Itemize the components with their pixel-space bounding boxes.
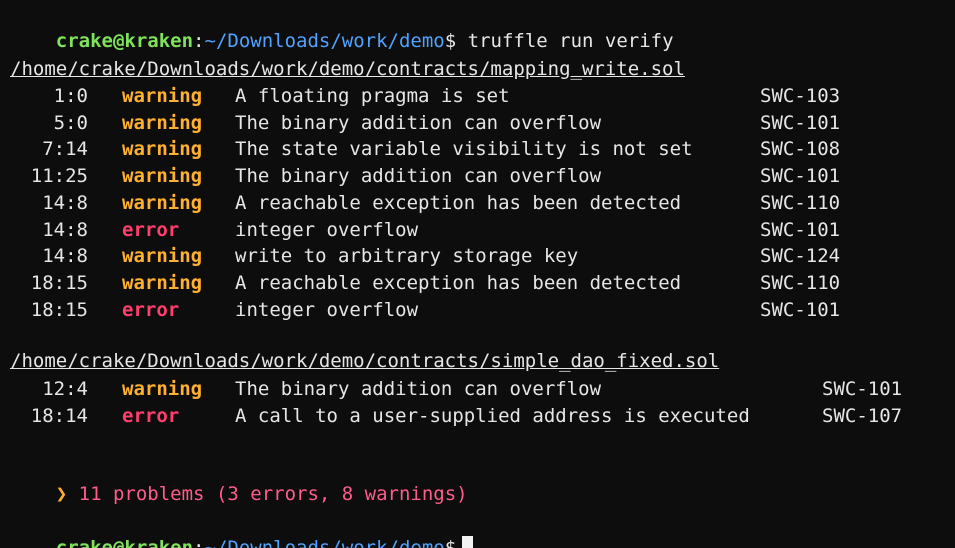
- prompt-colon: :: [193, 30, 205, 52]
- line-column-position: 18:15: [30, 298, 88, 321]
- swc-id: SWC-101: [760, 111, 841, 134]
- swc-id: SWC-101: [822, 378, 903, 400]
- file-path-header: /home/crake/Downloads/work/demo/contract…: [10, 350, 720, 372]
- severity-label: warning: [122, 191, 203, 214]
- swc-id: SWC-108: [760, 138, 841, 161]
- prompt-colon: :: [193, 537, 205, 548]
- severity-label: warning: [122, 85, 203, 107]
- line-column-position: 14:8: [42, 218, 88, 241]
- line-column-position: 5:0: [53, 111, 88, 134]
- result-row: 18:15 warning A reachable exception has be…: [10, 270, 950, 296]
- result-row: 11:25 warning The binary addition can over…: [10, 163, 950, 189]
- swc-id: SWC-101: [760, 298, 841, 321]
- line-column-position: 18:15: [30, 271, 88, 294]
- prompt-cwd: ~/Downloads/work/demo: [204, 537, 445, 548]
- issue-message: A floating pragma is set: [235, 85, 510, 107]
- swc-id: SWC-101: [760, 218, 841, 241]
- line-column-position: 14:8: [42, 245, 88, 268]
- severity-label: warning: [122, 165, 203, 188]
- problems-summary: ❯ 11 problems (3 errors, 8 warnings): [10, 455, 468, 505]
- line-column-position: 7:14: [42, 138, 88, 161]
- result-row: 14:8 warning write to arbitrary storage ke…: [10, 243, 950, 269]
- issue-message: integer overflow: [235, 298, 419, 321]
- line-column-position: 14:8: [42, 191, 88, 214]
- issue-message: The binary addition can overflow: [235, 378, 602, 400]
- summary-text: 11 problems (3 errors, 8 warnings): [78, 483, 468, 505]
- terminal-window[interactable]: crake@kraken:~/Downloads/work/demo$ truf…: [10, 0, 950, 548]
- swc-id: SWC-110: [760, 271, 841, 294]
- file-path-header: /home/crake/Downloads/work/demo/contract…: [10, 58, 685, 80]
- severity-label: warning: [122, 271, 203, 294]
- text-cursor[interactable]: [462, 536, 474, 548]
- prompt-user-host: crake@kraken: [55, 537, 194, 548]
- result-row: 12:4 warning The binary addition can overf…: [10, 376, 950, 402]
- line-column-position: 11:25: [30, 165, 88, 188]
- prompt-dollar: $: [444, 537, 457, 548]
- command-prompt-line: crake@kraken:~/Downloads/work/demo$ truf…: [10, 2, 674, 52]
- issue-message: write to arbitrary storage key: [235, 245, 579, 268]
- result-row: 18:14 error A call to a user-supplied addr…: [10, 403, 950, 429]
- swc-id: SWC-101: [760, 165, 841, 188]
- chevron-right-icon: ❯: [55, 483, 68, 505]
- swc-id: SWC-124: [760, 245, 841, 268]
- swc-id: SWC-103: [760, 85, 841, 107]
- swc-id: SWC-107: [822, 404, 903, 427]
- result-row: 18:15 error integer overflow SWC-101: [10, 297, 950, 323]
- severity-label: error: [122, 298, 180, 321]
- line-column-position: 1:0: [53, 85, 88, 107]
- issue-message: integer overflow: [235, 218, 419, 241]
- result-row: 14:8 warning A reachable exception has bee…: [10, 190, 950, 216]
- severity-label: warning: [122, 138, 203, 161]
- prompt-command: truffle run verify: [467, 30, 674, 52]
- line-column-position: 18:14: [30, 404, 88, 427]
- severity-label: error: [122, 404, 180, 427]
- result-row: 5:0 warning The binary addition can overfl…: [10, 110, 950, 136]
- issue-message: A reachable exception has been detected: [235, 271, 682, 294]
- issue-message: The binary addition can overflow: [235, 165, 602, 188]
- severity-label: warning: [122, 378, 203, 400]
- result-row: 1:0 warning A floating pragma is set SWC-10…: [10, 83, 950, 109]
- result-row: 7:14 warning The state variable visibility…: [10, 136, 950, 162]
- swc-id: SWC-110: [760, 191, 841, 214]
- result-row: 14:8 error integer overflow SWC-101: [10, 217, 950, 243]
- issue-message: A call to a user-supplied address is exe…: [235, 404, 750, 427]
- severity-label: warning: [122, 111, 203, 134]
- issue-message: A reachable exception has been detected: [235, 191, 682, 214]
- line-column-position: 12:4: [42, 378, 88, 400]
- prompt-dollar: $: [444, 30, 457, 52]
- severity-label: warning: [122, 245, 203, 268]
- command-prompt-line[interactable]: crake@kraken:~/Downloads/work/demo$: [10, 509, 474, 548]
- prompt-user-host: crake@kraken: [55, 30, 194, 52]
- severity-label: error: [122, 218, 180, 241]
- prompt-cwd: ~/Downloads/work/demo: [204, 30, 445, 52]
- issue-message: The binary addition can overflow: [235, 111, 602, 134]
- issue-message: The state variable visibility is not set: [235, 138, 693, 161]
